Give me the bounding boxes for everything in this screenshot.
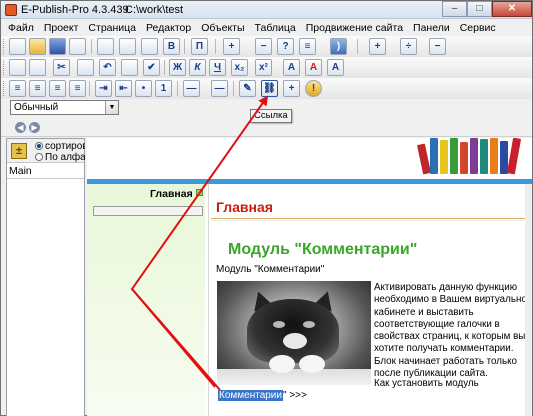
editor-canvas[interactable]: Главная Главная Модуль "Комментарии" Мод… <box>87 138 532 416</box>
bullets-icon[interactable]: • <box>135 80 152 97</box>
font-size-down-button[interactable]: A <box>327 59 344 76</box>
app-window: E-Publish-Pro 4.3.439 C:\work\test – □ ✕… <box>0 0 533 416</box>
forward-icon[interactable]: ▶ <box>29 122 40 133</box>
menu-panels[interactable]: Панели <box>408 22 455 34</box>
project-path: C:\work\test <box>125 4 184 16</box>
help-icon[interactable]: ? <box>277 38 294 55</box>
preview-icon[interactable] <box>119 38 136 55</box>
sort-options: ± сортиров По алфав <box>7 139 85 163</box>
radio-icon <box>35 153 43 161</box>
menu-bar: Файл Проект Страница Редактор Объекты Та… <box>1 19 532 36</box>
selected-text[interactable]: Комментарии <box>218 390 283 401</box>
back-icon[interactable]: ◀ <box>15 122 26 133</box>
books-image <box>416 138 524 175</box>
numbering-icon[interactable]: 1 <box>155 80 172 97</box>
font-size-up-button[interactable]: A <box>305 59 322 76</box>
cut-icon[interactable]: ✂ <box>53 59 70 76</box>
close-button[interactable]: ✕ <box>492 1 532 17</box>
sort-radio-label: По алфав <box>45 152 85 163</box>
align-center-icon[interactable]: ≡ <box>29 80 46 97</box>
find-icon[interactable] <box>121 59 138 76</box>
paragraph-toolbar: ≡ ≡ ≡ ≡ ⇥ ⇤ • 1 — — ✎ ⛓ + ! <box>1 78 532 100</box>
menu-objects[interactable]: Объекты <box>196 22 249 34</box>
main-toolbar: B П + − ? ≡ ) + ÷ − <box>1 36 532 58</box>
chevron-down-icon: ▼ <box>105 101 118 114</box>
menu-table[interactable]: Таблица <box>250 22 301 34</box>
tooltip: Ссылка <box>250 109 292 123</box>
module-subtitle: Модуль "Комментарии" <box>216 264 325 275</box>
menu-file[interactable]: Файл <box>3 22 39 34</box>
site-nav-field[interactable] <box>93 206 203 216</box>
bold-button[interactable]: Ж <box>169 59 186 76</box>
align-left-icon[interactable]: ≡ <box>9 80 26 97</box>
minimize-button[interactable]: – <box>442 1 467 17</box>
page-icon[interactable] <box>9 59 26 76</box>
subscript-icon[interactable]: x₂ <box>231 59 248 76</box>
new-page-icon[interactable] <box>9 38 26 55</box>
align-right-icon[interactable]: ≡ <box>49 80 66 97</box>
vertical-scrollbar[interactable] <box>525 184 532 416</box>
italic-button[interactable]: К <box>189 59 206 76</box>
font-color-button[interactable]: A <box>283 59 300 76</box>
info-icon[interactable]: ≡ <box>299 38 316 55</box>
insert-object-icon[interactable]: ! <box>305 80 322 97</box>
indent-icon[interactable]: ⇥ <box>95 80 112 97</box>
menu-editor[interactable]: Редактор <box>141 22 196 34</box>
hr-icon[interactable]: — <box>183 80 200 97</box>
edit-icon[interactable]: ✎ <box>239 80 256 97</box>
comments-link[interactable]: Комментарии" >>> <box>218 390 307 401</box>
copy-icon[interactable] <box>29 59 46 76</box>
comments-link-rest: " >>> <box>282 390 307 401</box>
module-description: Активировать данную функцию необходимо в… <box>374 282 527 380</box>
clear-format-icon[interactable]: ✔ <box>143 59 160 76</box>
rss-icon[interactable]: ) <box>330 38 347 55</box>
undo-icon[interactable]: ↶ <box>99 59 116 76</box>
save-icon[interactable] <box>49 38 66 55</box>
anchor-icon[interactable]: + <box>283 80 300 97</box>
tree-item-main[interactable]: Main <box>9 165 32 177</box>
paragraph-style-select[interactable]: Обычный ▼ <box>10 100 119 115</box>
app-title: E-Publish-Pro 4.3.439 <box>21 4 129 16</box>
table-insert-icon[interactable]: + <box>369 38 386 55</box>
sort-radio-label: сортиров <box>45 141 85 152</box>
paste-special-icon[interactable] <box>97 38 114 55</box>
superscript-icon[interactable]: x² <box>255 59 272 76</box>
image-icon[interactable] <box>69 38 86 55</box>
expand-icon[interactable] <box>196 189 203 196</box>
paste-icon[interactable] <box>77 59 94 76</box>
title-bar: E-Publish-Pro 4.3.439 C:\work\test – □ ✕ <box>1 1 532 19</box>
table-column-icon[interactable]: ÷ <box>400 38 417 55</box>
app-logo-icon <box>5 4 17 16</box>
menu-service[interactable]: Сервис <box>455 22 501 34</box>
radio-icon <box>35 142 43 150</box>
howto-link[interactable]: Как установить модуль <box>374 378 479 389</box>
site-nav-title[interactable]: Главная <box>150 188 193 200</box>
underline-button[interactable]: Ч <box>209 59 226 76</box>
site-sidebar <box>87 184 205 416</box>
remove-icon[interactable]: − <box>255 38 272 55</box>
add-icon[interactable]: + <box>223 38 240 55</box>
link-icon[interactable]: ⛓ <box>261 80 278 97</box>
open-folder-icon[interactable] <box>29 38 46 55</box>
page-tree-panel: ± сортиров По алфав Main <box>6 138 85 416</box>
property-icon[interactable]: П <box>191 38 208 55</box>
page-title: Главная <box>216 199 273 215</box>
sort-radio-alpha[interactable]: По алфав <box>35 152 85 163</box>
hr2-icon[interactable]: — <box>211 80 228 97</box>
style-select-value: Обычный <box>14 102 59 113</box>
menu-promotion[interactable]: Продвижение сайта <box>301 22 408 34</box>
format-toolbar: ✂ ↶ ✔ Ж К Ч x₂ x² A A A <box>1 57 532 79</box>
justify-icon[interactable]: ≡ <box>69 80 86 97</box>
cat-photo[interactable] <box>217 281 371 385</box>
sort-icon[interactable]: ± <box>11 143 27 159</box>
module-heading: Модуль "Комментарии" <box>228 241 418 258</box>
upload-icon[interactable] <box>141 38 158 55</box>
menu-page[interactable]: Страница <box>83 22 141 34</box>
menu-project[interactable]: Проект <box>39 22 84 34</box>
sort-radio-custom[interactable]: сортиров <box>35 141 85 152</box>
spell-check-icon[interactable]: B <box>163 38 180 55</box>
table-row-icon[interactable]: − <box>429 38 446 55</box>
maximize-button[interactable]: □ <box>467 1 492 17</box>
outdent-icon[interactable]: ⇤ <box>115 80 132 97</box>
